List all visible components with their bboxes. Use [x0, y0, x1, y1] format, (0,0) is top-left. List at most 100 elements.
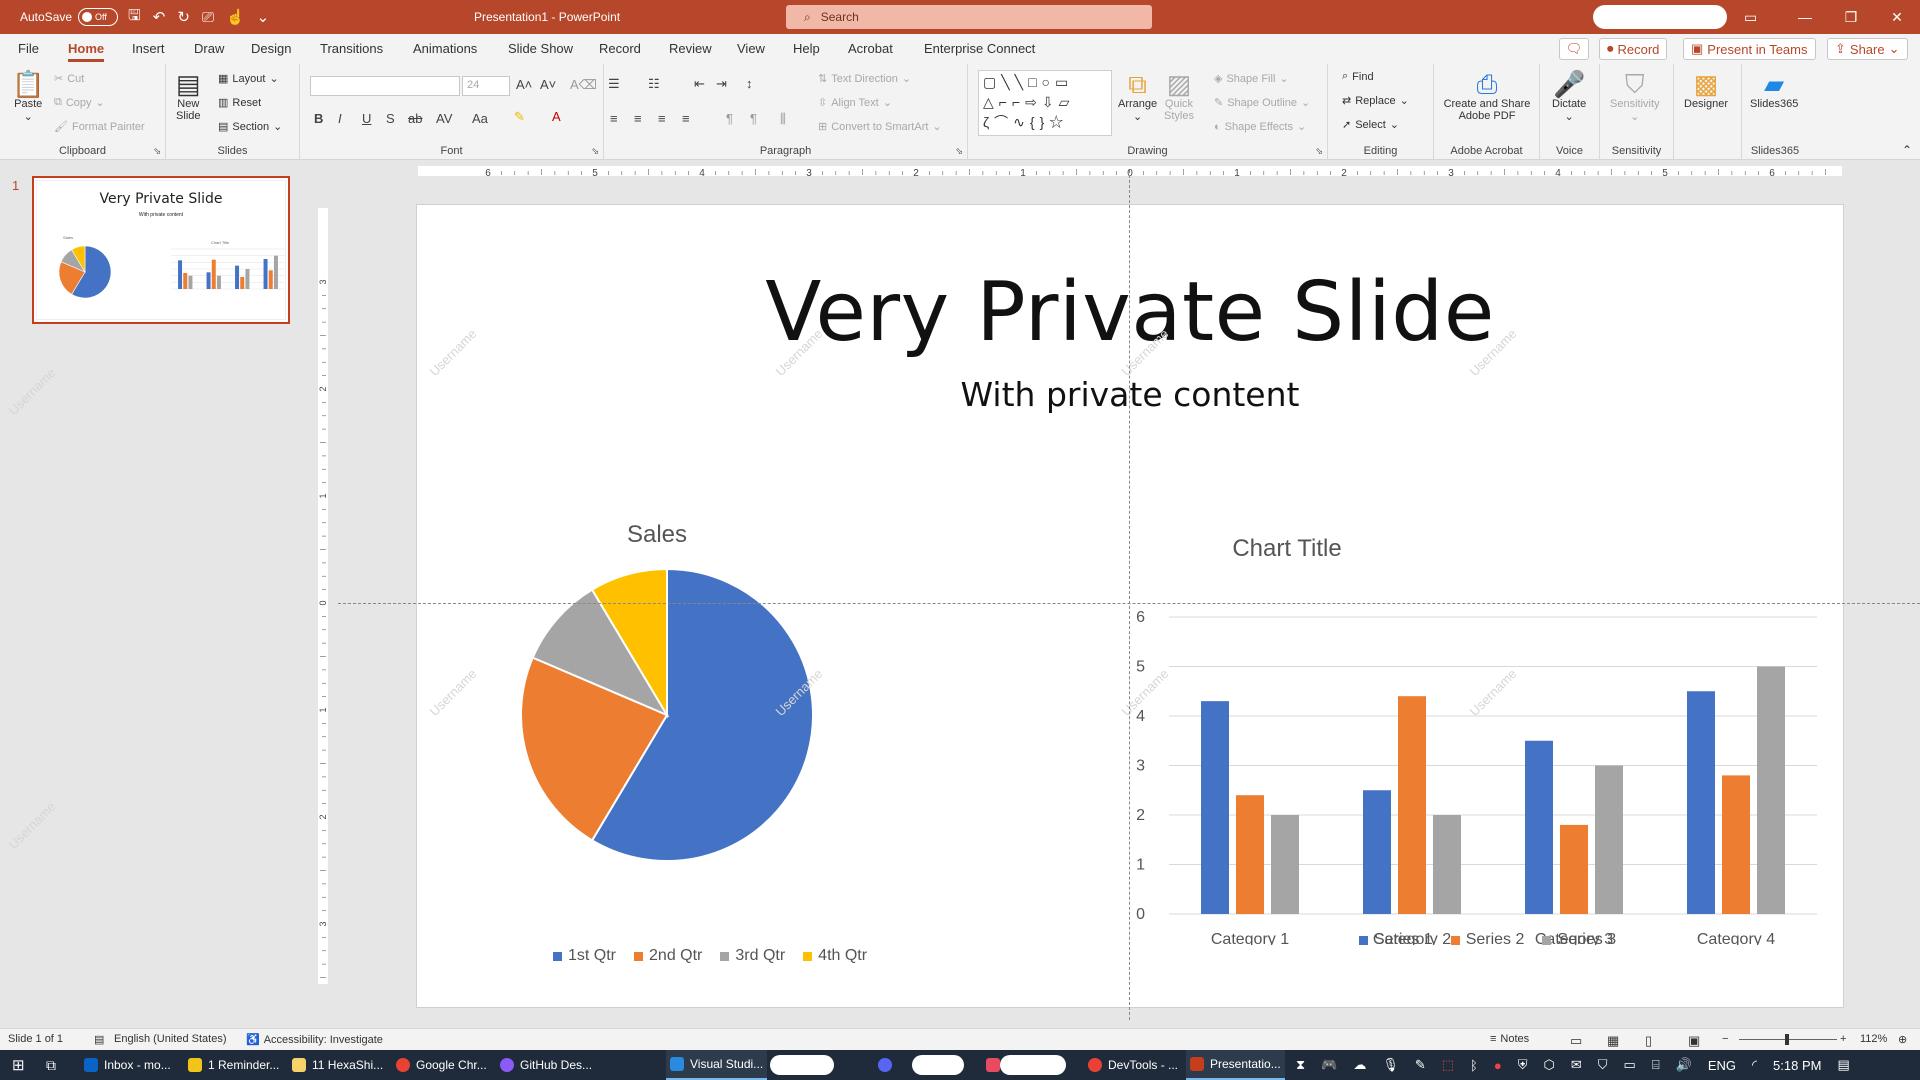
zoom-out-icon[interactable]: − — [1722, 1033, 1728, 1045]
rtl-icon[interactable]: ¶ — [750, 111, 757, 126]
shield-icon[interactable]: ⛨ — [1518, 1057, 1528, 1073]
justify-icon[interactable]: ≡ — [682, 111, 690, 126]
save-icon[interactable]: 🖫 — [128, 5, 141, 30]
close-icon[interactable]: ✕ — [1874, 9, 1920, 26]
volume-icon[interactable]: 🔊 — [1676, 1057, 1692, 1073]
zoom-level[interactable]: 112% — [1860, 1033, 1887, 1045]
ribbon-display-options-icon[interactable]: ▭ — [1744, 0, 1757, 34]
dialog-launcher-icon[interactable]: ⬂ — [591, 146, 599, 157]
autosave-toggle[interactable]: Off — [78, 8, 119, 26]
tab-help[interactable]: Help — [793, 41, 820, 56]
search-input[interactable]: ⌕ Search — [786, 5, 1152, 29]
undo-icon[interactable]: ↶ — [153, 8, 166, 26]
clock[interactable]: 5:18 PM — [1773, 1058, 1821, 1073]
notes-button[interactable]: ≡ Notes — [1490, 1033, 1529, 1045]
section-button[interactable]: ▤ Section ⌄ — [218, 120, 282, 134]
redacted-item[interactable] — [770, 1055, 834, 1075]
tab-home[interactable]: Home — [68, 41, 105, 62]
cloud-icon[interactable]: ☁ — [1353, 1057, 1366, 1073]
redo-icon[interactable]: ↻ — [177, 8, 190, 26]
format-painter-button[interactable]: 🖌 Format Painter — [54, 120, 145, 134]
record-tray-icon[interactable]: ● — [1494, 1058, 1502, 1073]
shape-effects-button[interactable]: ◐ Shape Effects ⌄ — [1214, 120, 1306, 134]
redacted-item[interactable] — [912, 1055, 964, 1075]
pie-chart-title[interactable]: Sales — [572, 521, 742, 549]
taskbar-item-reminder[interactable]: 1 Reminder... — [184, 1050, 283, 1080]
numbering-icon[interactable]: ☷ — [648, 76, 660, 92]
cut-button[interactable]: ✂ Cut — [54, 72, 84, 86]
slide-subtitle[interactable]: With private content — [417, 375, 1843, 414]
shapes-gallery[interactable]: ▢╲╲□○▭ △⌐⌐⇨⇩▱ ζ⌒∿{}☆ — [978, 70, 1112, 136]
normal-view-icon[interactable]: ▭ — [1570, 1033, 1582, 1049]
slide-title[interactable]: Very Private Slide — [417, 265, 1843, 360]
pen-icon[interactable]: ✎ — [1415, 1057, 1426, 1073]
touch-mode-icon[interactable]: ☝ — [226, 8, 245, 26]
collapse-ribbon-icon[interactable]: ⌃ — [1902, 143, 1912, 157]
bar-chart-legend[interactable]: Series 1 Series 2 Series 3 — [1359, 931, 1616, 949]
dictate-button[interactable]: 🎤 Dictate ⌄ — [1552, 70, 1586, 123]
task-view-icon[interactable]: ⧉ — [42, 1050, 60, 1080]
reading-view-icon[interactable]: ▯ — [1645, 1033, 1652, 1049]
taskbar-item-discord[interactable] — [874, 1050, 896, 1080]
tab-view[interactable]: View — [737, 41, 765, 56]
language-status[interactable]: English (United States) — [114, 1033, 227, 1045]
restore-icon[interactable]: ❐ — [1828, 9, 1874, 26]
taskbar-item-outlook[interactable]: Inbox - mo... — [80, 1050, 175, 1080]
change-case-icon[interactable]: Aa — [472, 111, 488, 126]
taskbar-item-visual-studio[interactable]: Visual Studi... — [666, 1050, 768, 1080]
slide-thumbnail[interactable]: Very Private Slide With private content … — [32, 176, 290, 324]
redacted-item[interactable] — [1000, 1055, 1066, 1075]
tab-enterprise-connect[interactable]: Enterprise Connect — [924, 41, 1035, 56]
decrease-indent-icon[interactable]: ⇤ — [694, 76, 705, 92]
font-family-combo[interactable] — [310, 76, 460, 96]
bullets-icon[interactable]: ☰ — [608, 76, 620, 92]
present-from-beginning-icon[interactable]: ⎚ — [202, 9, 214, 26]
monitor-icon[interactable]: ▭ — [1624, 1057, 1636, 1073]
pie-chart[interactable] — [517, 565, 817, 865]
fit-to-window-icon[interactable]: ⊕ — [1898, 1033, 1907, 1046]
slide-canvas[interactable]: Very Private Slide With private content … — [416, 204, 1844, 1008]
text-direction-button[interactable]: ⇅ Text Direction ⌄ — [818, 72, 911, 86]
record-button[interactable]: ⏺ Record — [1599, 38, 1668, 60]
taskbar-item-devtools[interactable]: DevTools - ... — [1084, 1050, 1182, 1080]
tab-acrobat[interactable]: Acrobat — [848, 41, 893, 56]
outlook-tray-icon[interactable]: ✉ — [1571, 1057, 1582, 1073]
shadow-icon[interactable]: S — [386, 111, 395, 126]
windows-start-icon[interactable]: ⊞ — [8, 1050, 29, 1080]
dialog-launcher-icon[interactable]: ⬂ — [955, 146, 963, 157]
account-redacted[interactable] — [1593, 5, 1727, 29]
shrink-font-icon[interactable]: A˅ — [540, 77, 556, 92]
sensitivity-button[interactable]: ⛉ Sensitivity ⌄ — [1610, 70, 1660, 123]
tab-file[interactable]: File — [18, 41, 39, 56]
layout-button[interactable]: ▦ Layout ⌄ — [218, 72, 279, 86]
comments-button[interactable]: 🗨 — [1559, 38, 1589, 60]
dialog-launcher-icon[interactable]: ⬂ — [1315, 146, 1323, 157]
font-color-icon[interactable]: A — [552, 109, 561, 124]
align-left-icon[interactable]: ≡ — [610, 111, 618, 126]
tab-slide-show[interactable]: Slide Show — [508, 41, 573, 56]
language-indicator[interactable]: ENG — [1708, 1058, 1736, 1073]
tab-transitions[interactable]: Transitions — [320, 41, 383, 56]
shape-outline-button[interactable]: ✎ Shape Outline ⌄ — [1214, 96, 1310, 110]
increase-indent-icon[interactable]: ⇥ — [716, 76, 727, 92]
tab-record[interactable]: Record — [599, 41, 641, 56]
microphone-icon[interactable]: 🎙 — [1382, 1057, 1399, 1073]
convert-smartart-button[interactable]: ⊞ Convert to SmartArt ⌄ — [818, 120, 942, 134]
bar-chart-title[interactable]: Chart Title — [1187, 535, 1387, 563]
align-center-icon[interactable]: ≡ — [634, 111, 642, 126]
arrange-button[interactable]: ⧉ Arrange ⌄ — [1118, 70, 1157, 123]
notifications-icon[interactable]: ▤ — [1837, 1057, 1849, 1073]
zoom-in-icon[interactable]: + — [1840, 1033, 1846, 1045]
paste-button[interactable]: 📋 Paste ⌄ — [12, 70, 44, 123]
italic-icon[interactable]: I — [338, 111, 342, 126]
highlight-icon[interactable]: ✎ — [514, 109, 525, 125]
align-right-icon[interactable]: ≡ — [658, 111, 666, 126]
pie-chart-legend[interactable]: 1st Qtr 2nd Qtr 3rd Qtr 4th Qtr — [553, 947, 867, 965]
slides365-button[interactable]: ▰ Slides365 — [1750, 70, 1798, 110]
new-slide-button[interactable]: ▤ New Slide — [176, 70, 201, 122]
replace-button[interactable]: ⇄ Replace ⌄ — [1342, 94, 1409, 108]
gamepad-icon[interactable]: 🎮 — [1321, 1057, 1337, 1073]
slideshow-view-icon[interactable]: ▣ — [1688, 1033, 1700, 1049]
character-spacing-icon[interactable]: AV — [436, 111, 452, 126]
ltr-icon[interactable]: ¶ — [726, 111, 733, 126]
